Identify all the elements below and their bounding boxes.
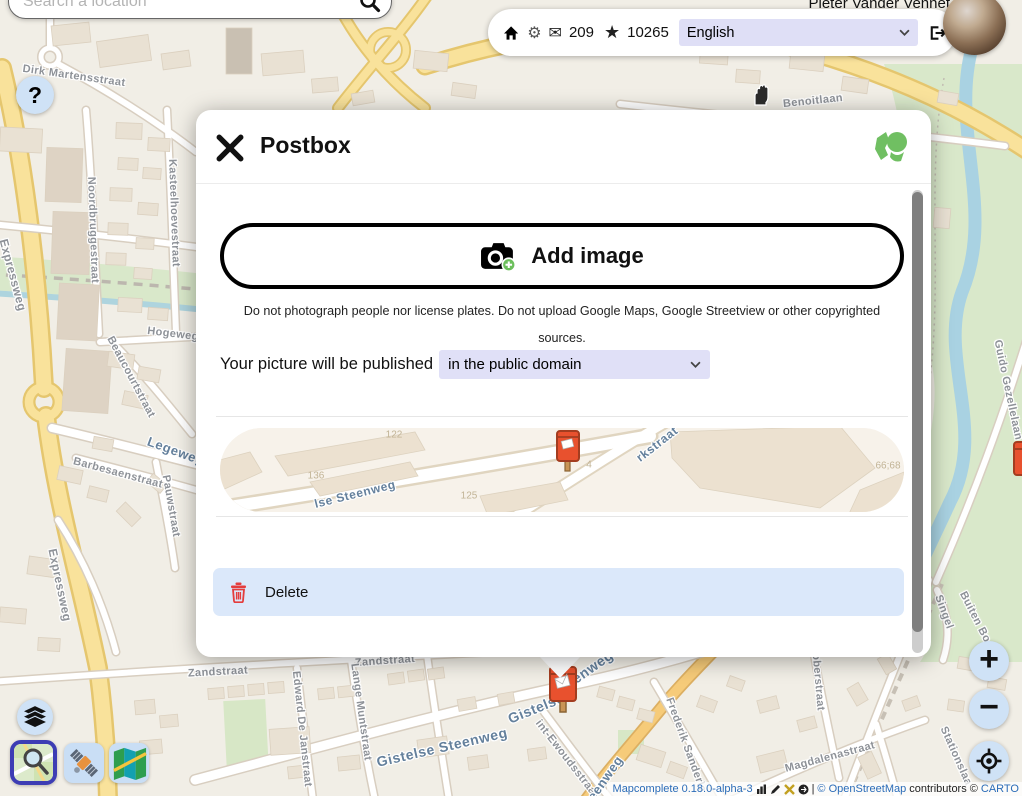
gear-icon[interactable]: ⚙	[527, 23, 541, 43]
postbox-marker-minimap[interactable]	[556, 430, 580, 474]
zoom-out-button[interactable]: −	[969, 689, 1009, 729]
osm-style-thumbnail	[14, 744, 53, 781]
flag-icon[interactable]	[784, 784, 795, 795]
add-image-label: Add image	[531, 243, 643, 269]
folded-map-icon	[111, 746, 148, 781]
background-style-osm-selected[interactable]	[10, 740, 57, 785]
locate-button[interactable]	[969, 741, 1009, 781]
delete-label: Delete	[265, 584, 308, 601]
dialog-scrollbar	[912, 190, 923, 653]
postbox-marker-edge[interactable]	[1013, 441, 1022, 489]
background-style-satellite[interactable]	[64, 743, 104, 783]
trash-icon	[230, 582, 247, 603]
user-panel: ⚙ ✉ 209 ★ 10265 English	[488, 9, 956, 56]
carto-link[interactable]: CARTO	[981, 783, 1019, 795]
mapcomplete-version-link[interactable]: Mapcomplete 0.18.0-alpha-3	[613, 783, 753, 795]
image-disclaimer: Do not photograph people nor license pla…	[234, 298, 890, 352]
language-selected: English	[687, 25, 735, 41]
modal-pointer	[538, 655, 582, 678]
divider	[216, 516, 908, 517]
help-label: ?	[28, 82, 42, 109]
plus-icon: +	[979, 640, 999, 679]
satellite-icon	[66, 745, 102, 781]
camera-plus-icon	[480, 241, 517, 272]
license-selected: in the public domain	[448, 356, 581, 373]
contributors-text: contributors ©	[909, 783, 978, 795]
mapcomplete-logo-icon	[871, 128, 909, 166]
star-icon[interactable]: ★	[604, 22, 620, 43]
postbox-dialog: Postbox Add image Do not photograph peop…	[196, 110, 931, 657]
crosshair-icon	[976, 748, 1002, 774]
minus-icon: −	[979, 688, 999, 727]
dialog-header: Postbox	[196, 110, 931, 184]
background-style-map[interactable]	[109, 743, 149, 783]
search-bar[interactable]	[8, 0, 392, 19]
globe-icon[interactable]	[798, 784, 809, 795]
license-row: Your picture will be published in the pu…	[220, 350, 910, 379]
attribution-separator: |	[812, 783, 815, 795]
stars-count: 10265	[627, 24, 669, 41]
search-icon[interactable]	[359, 0, 381, 13]
dialog-title: Postbox	[260, 132, 351, 159]
divider	[216, 416, 908, 417]
chevron-down-icon	[899, 29, 910, 36]
stats-icon[interactable]	[756, 784, 767, 795]
layers-button[interactable]	[17, 699, 53, 735]
license-prefix: Your picture will be published	[220, 355, 433, 374]
pencil-icon[interactable]	[770, 784, 781, 795]
chevron-down-icon	[690, 361, 701, 368]
license-select[interactable]: in the public domain	[439, 350, 710, 379]
layers-icon	[22, 705, 48, 729]
feature-minimap[interactable]: 122136lse Steenweg1254rkstraat66;68	[220, 428, 904, 512]
username: Pieter Vander Vennet	[809, 0, 951, 12]
close-icon[interactable]	[216, 134, 244, 162]
zoom-in-button[interactable]: +	[969, 641, 1009, 681]
home-icon[interactable]	[503, 25, 519, 41]
scrollbar-thumb[interactable]	[912, 192, 923, 632]
messages-count: 209	[569, 24, 594, 41]
delete-button[interactable]: Delete	[213, 568, 904, 616]
search-input[interactable]	[23, 0, 359, 11]
help-button[interactable]: ?	[16, 76, 54, 114]
add-image-button[interactable]: Add image	[220, 223, 904, 289]
osm-link[interactable]: © OpenStreetMap	[817, 783, 906, 795]
language-select[interactable]: English	[679, 19, 918, 46]
mail-icon[interactable]: ✉	[549, 23, 562, 43]
attribution-bar: Mapcomplete 0.18.0-alpha-3 | © OpenStree…	[607, 782, 1022, 796]
